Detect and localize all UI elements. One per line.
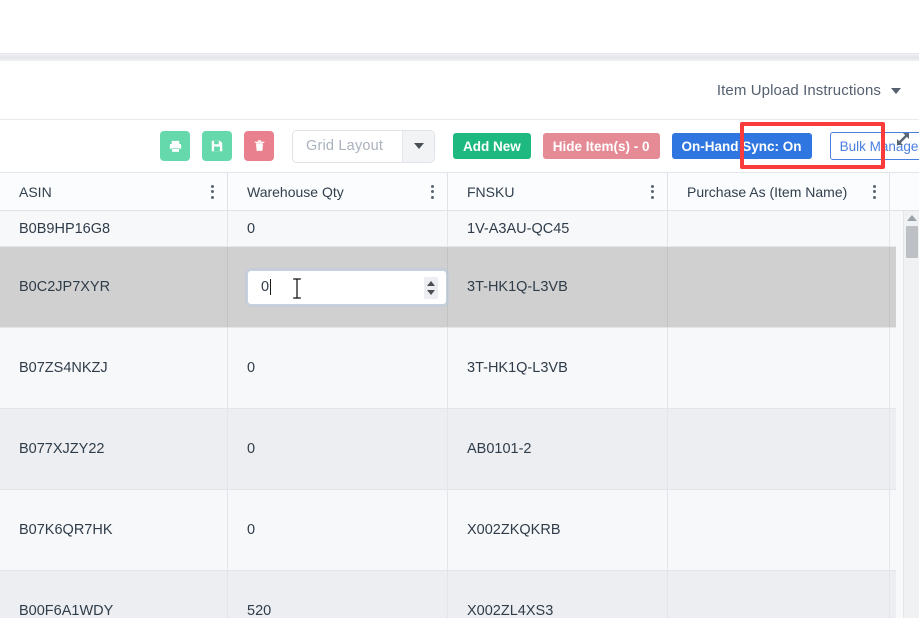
top-blank-area [0, 0, 919, 53]
cell-fnsku[interactable]: X002ZL4XS3 [448, 571, 668, 618]
scroll-up-arrow-icon[interactable] [907, 215, 917, 221]
cell-asin[interactable]: B07K6QR7HK [0, 490, 228, 570]
grid-layout-select[interactable]: Grid Layout [292, 129, 435, 163]
cell-asin[interactable]: B07ZS4NKZJ [0, 328, 228, 408]
save-button[interactable] [202, 131, 232, 161]
cell-purchase-as[interactable] [668, 571, 890, 618]
warehouse-qty-input[interactable]: 0 [247, 269, 447, 305]
ibeam-cursor [293, 277, 301, 299]
trash-icon [254, 140, 264, 151]
delete-button[interactable] [244, 131, 274, 161]
column-header-warehouse-qty[interactable]: Warehouse Qty [228, 173, 448, 210]
column-header-asin[interactable]: ASIN [0, 173, 228, 210]
table-row[interactable]: B0B9HP16G8 0 1V-A3AU-QC45 [0, 211, 919, 247]
item-upload-instructions-label: Item Upload Instructions [716, 81, 881, 99]
table-row[interactable]: B077XJZY22 0 AB0101-2 [0, 409, 919, 490]
top-divider [0, 53, 919, 61]
grid-toolbar: Grid Layout Add New Hide Item(s) - 0 On-… [0, 119, 919, 173]
column-header-label: Purchase As (Item Name) [687, 183, 848, 200]
cell-asin[interactable]: B00F6A1WDY [0, 571, 228, 618]
quantity-stepper[interactable] [424, 276, 438, 299]
cell-purchase-as[interactable] [668, 409, 890, 489]
column-header-purchase-as[interactable]: Purchase As (Item Name) [668, 173, 890, 210]
printer-icon [169, 140, 181, 152]
column-header-label: Warehouse Qty [247, 183, 344, 200]
save-floppy-icon [211, 140, 223, 152]
cell-fnsku[interactable]: 3T-HK1Q-L3VB [448, 247, 668, 327]
column-header-label: ASIN [19, 183, 52, 200]
cell-purchase-as[interactable] [668, 211, 890, 246]
cell-asin[interactable]: B0C2JP7XYR [0, 247, 228, 327]
add-new-button[interactable]: Add New [453, 133, 531, 159]
cell-warehouse-qty[interactable]: 0 [228, 328, 448, 408]
table-row[interactable]: B00F6A1WDY 520 X002ZL4XS3 [0, 571, 919, 618]
scrollbar-thumb[interactable] [906, 226, 918, 258]
items-grid: ASIN Warehouse Qty FNSKU Purchase As (It… [0, 173, 919, 618]
cell-warehouse-qty[interactable]: 0 [228, 409, 448, 489]
cell-warehouse-qty[interactable]: 520 [228, 571, 448, 618]
cell-asin[interactable]: B0B9HP16G8 [0, 211, 228, 246]
expand-arrow-icon[interactable] [895, 131, 911, 147]
cell-fnsku[interactable]: X002ZKQKRB [448, 490, 668, 570]
grid-layout-placeholder: Grid Layout [306, 138, 384, 154]
grid-right-gutter [896, 211, 903, 618]
app-page: Item Upload Instructions Grid Layout Add… [0, 0, 919, 618]
kebab-menu-icon[interactable] [208, 182, 217, 202]
cell-purchase-as[interactable] [668, 490, 890, 570]
cell-warehouse-qty[interactable]: 0 [228, 247, 448, 327]
cell-fnsku[interactable]: 3T-HK1Q-L3VB [448, 328, 668, 408]
text-caret [270, 279, 272, 295]
table-row[interactable]: B07K6QR7HK 0 X002ZKQKRB [0, 490, 919, 571]
cell-warehouse-qty[interactable]: 0 [228, 211, 448, 246]
grid-body: B0B9HP16G8 0 1V-A3AU-QC45 B0C2JP7XYR 0 3… [0, 211, 919, 618]
cell-purchase-as[interactable] [668, 328, 890, 408]
print-button[interactable] [160, 131, 190, 161]
warehouse-qty-value: 0 [261, 279, 270, 295]
column-header-fnsku[interactable]: FNSKU [448, 173, 668, 210]
table-row[interactable]: B0C2JP7XYR 0 3T-HK1Q-L3VB [0, 247, 919, 328]
caret-down-icon[interactable] [402, 130, 434, 162]
cell-fnsku[interactable]: AB0101-2 [448, 409, 668, 489]
grid-header-row: ASIN Warehouse Qty FNSKU Purchase As (It… [0, 173, 919, 211]
item-upload-instructions-toggle[interactable]: Item Upload Instructions [717, 82, 901, 99]
cell-purchase-as[interactable] [668, 247, 890, 327]
cell-asin[interactable]: B077XJZY22 [0, 409, 228, 489]
vertical-scrollbar[interactable] [903, 211, 919, 618]
kebab-menu-icon[interactable] [428, 182, 437, 202]
cell-fnsku[interactable]: 1V-A3AU-QC45 [448, 211, 668, 246]
kebab-menu-icon[interactable] [870, 182, 879, 202]
table-row[interactable]: B07ZS4NKZJ 0 3T-HK1Q-L3VB [0, 328, 919, 409]
kebab-menu-icon[interactable] [648, 182, 657, 202]
cell-warehouse-qty[interactable]: 0 [228, 490, 448, 570]
chevron-down-icon [891, 88, 901, 94]
instructions-bar: Item Upload Instructions [0, 61, 919, 119]
hide-items-button[interactable]: Hide Item(s) - 0 [542, 133, 660, 159]
column-header-label: FNSKU [467, 183, 515, 200]
on-hand-sync-button[interactable]: On-Hand Sync: On [671, 133, 812, 159]
